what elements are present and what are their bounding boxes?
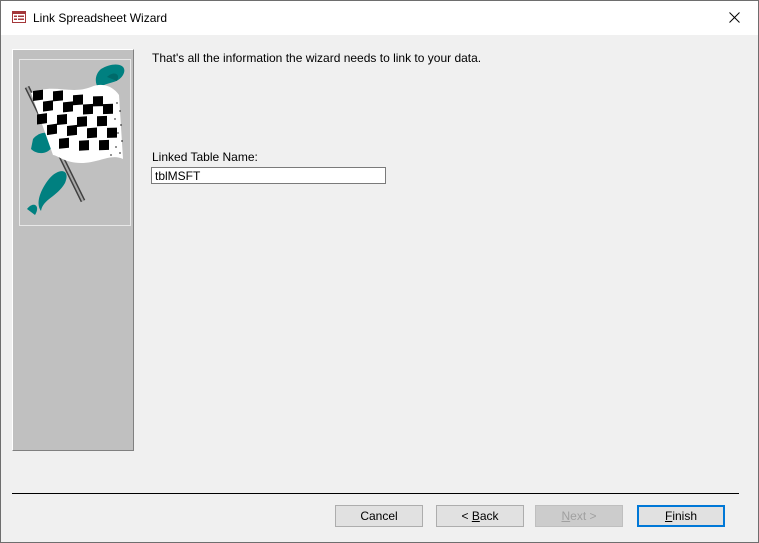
cancel-button[interactable]: Cancel — [335, 505, 423, 527]
close-icon — [729, 12, 740, 23]
finish-button-label: inish — [672, 509, 698, 523]
back-button-prefix: < — [461, 509, 472, 523]
next-button-label: ext > — [570, 509, 597, 523]
form-icon — [12, 11, 26, 23]
linked-table-name-label: Linked Table Name: — [152, 150, 258, 164]
back-button[interactable]: < Back — [436, 505, 524, 527]
linked-table-name-input[interactable] — [151, 167, 386, 184]
title-bar[interactable]: Link Spreadsheet Wizard — [1, 1, 758, 35]
wizard-window: Link Spreadsheet Wizard That's all the i… — [0, 0, 759, 543]
cancel-button-label: Cancel — [360, 509, 398, 523]
wizard-intro-text: That's all the information the wizard ne… — [152, 51, 482, 65]
checkered-flag-icon — [19, 59, 131, 226]
next-button-access-key: N — [561, 509, 571, 523]
back-button-access-key: B — [471, 509, 480, 523]
close-button[interactable] — [712, 1, 758, 34]
footer-separator — [12, 493, 739, 494]
wizard-side-panel — [12, 49, 134, 451]
next-button[interactable]: Next > — [535, 505, 623, 527]
finish-button[interactable]: Finish — [637, 505, 725, 527]
window-title: Link Spreadsheet Wizard — [33, 11, 168, 25]
back-button-label: ack — [479, 509, 499, 523]
